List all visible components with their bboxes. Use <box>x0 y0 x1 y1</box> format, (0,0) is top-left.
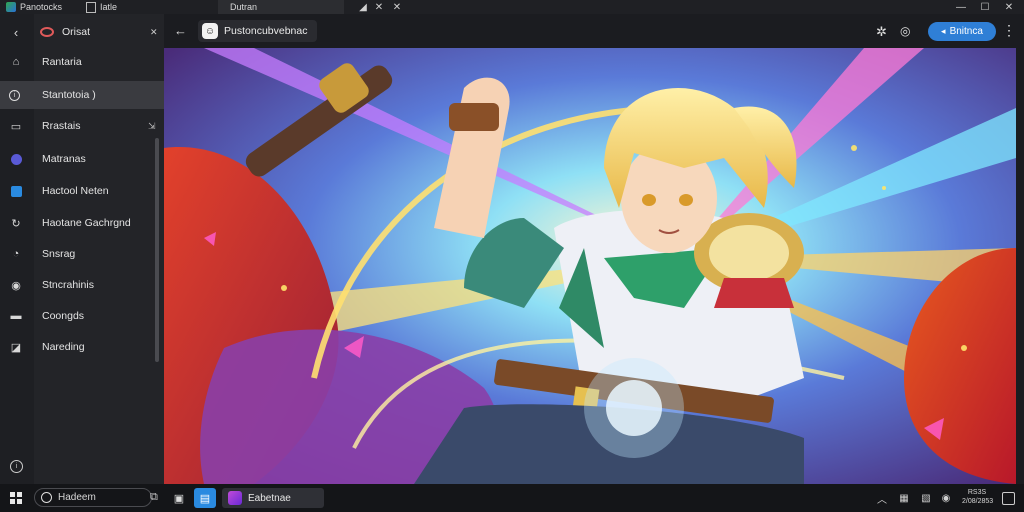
sidebar-item-label: Hactool Neten <box>42 185 109 197</box>
clock-time: RS3S <box>967 489 987 496</box>
tab-close-icon-2[interactable]: ✕ <box>386 0 408 14</box>
info-icon: i <box>9 89 20 101</box>
sidebar-item-label: Snsrag <box>42 248 76 260</box>
sidebar-item-label: Nareding <box>42 341 85 353</box>
main-header: ← ☺ Pustoncubvebnac ✲ ◎ ◂ Bnitnca ⋮ <box>164 14 1024 48</box>
refresh-icon: ↻ <box>11 217 21 230</box>
app-label: Eabetnae <box>248 492 291 504</box>
close-icon[interactable]: ✕ <box>150 27 158 38</box>
shield-icon: ◉ <box>11 279 21 292</box>
artwork-illustration <box>164 48 1016 484</box>
clock[interactable]: RS3S 2/08/2853 <box>962 488 994 506</box>
sidebar-item-rrastais[interactable]: ▭ Rrastais ⇲ <box>0 112 164 140</box>
page-icon <box>86 1 96 13</box>
page-badge-icon: ☺ <box>202 23 218 39</box>
sidebar-item-hactool[interactable]: Hactool Neten <box>0 177 164 205</box>
maximize-button[interactable]: ☐ <box>974 0 996 14</box>
network-icon[interactable]: ▦ <box>896 490 912 506</box>
tab-dutran[interactable]: Dutran <box>218 0 344 14</box>
start-windows-icon[interactable] <box>10 492 22 504</box>
close-button[interactable]: ✕ <box>998 0 1020 14</box>
store-icon: ▤ <box>199 492 211 505</box>
title-bar: Panotocks Iatle Dutran ◢ ✕ ✕ — ☐ ✕ <box>0 0 1024 14</box>
sidebar-header-label: Orisat <box>62 26 91 38</box>
explorer-icon: ▣ <box>173 492 185 505</box>
more-options-icon[interactable]: ⋮ <box>1002 22 1016 39</box>
page-title: ☺ Pustoncubvebnac <box>198 20 318 42</box>
notifications-icon[interactable] <box>1002 492 1015 505</box>
circle-dot-icon <box>9 152 23 166</box>
sidebar-item-rantaria[interactable]: ⌂ Rantaria <box>0 48 164 76</box>
back-arrow-icon[interactable]: ← <box>174 23 187 38</box>
sidebar-item-nareding[interactable]: ◪ Nareding <box>0 333 164 361</box>
taskbar-search[interactable]: Hadeem <box>34 488 152 507</box>
sidebar-item-label: Stncrahinis <box>42 279 94 291</box>
tab-label: Panotocks <box>20 2 63 12</box>
app-logo-icon <box>6 2 16 12</box>
sidebar-item-label: Haotane Gachrgnd <box>42 217 131 229</box>
task-view-icon[interactable]: ⧉ <box>150 491 158 504</box>
square-icon: ▬ <box>10 310 22 322</box>
sidebar-item-label: Matranas <box>42 153 86 165</box>
taskbar-app-store[interactable]: ▤ <box>194 488 216 508</box>
folder-icon: ▭ <box>10 120 22 133</box>
tab-label: Iatle <box>100 2 118 12</box>
sidebar-item-label: Coongds <box>42 310 85 322</box>
sidebar-header: ‹ Orisat ✕ <box>0 18 164 46</box>
sidebar-item-matranas[interactable]: Matranas <box>0 145 164 173</box>
taskbar-app-eabetnae[interactable]: Eabetnae <box>222 488 324 508</box>
sidebar-item-label: Rantaria <box>42 56 82 68</box>
header-logo-icon <box>40 27 54 37</box>
primary-action-label: Bnitnca <box>949 26 983 37</box>
sidebar-item-stantotoia[interactable]: i Stantotoia ) <box>0 81 164 109</box>
sidebar-item-stncrahinis[interactable]: ◉ Stncrahinis <box>0 271 164 299</box>
tag-icon: ◔ <box>12 248 20 260</box>
image-icon[interactable]: ▧ <box>918 490 934 506</box>
chevron-up-icon[interactable]: ︿ <box>874 490 890 506</box>
tab-iatle[interactable]: Iatle <box>86 0 117 14</box>
app-icon <box>228 491 242 505</box>
account-icon[interactable]: ◎ <box>900 24 910 38</box>
search-label: Hadeem <box>58 492 96 503</box>
tab-label: Dutran <box>230 2 258 12</box>
action-icon: ◂ <box>941 26 946 36</box>
anime-artwork-image <box>164 48 1016 484</box>
taskbar-app-explorer[interactable]: ▣ <box>170 488 188 508</box>
page-title-text: Pustoncubvebnac <box>224 25 308 37</box>
sidebar-item-label: Rrastais <box>42 120 81 132</box>
back-arrow-icon[interactable]: ‹ <box>9 25 23 40</box>
sidebar-item-haotane[interactable]: ↻ Haotane Gachrgnd <box>0 209 164 237</box>
sidebar-scrollbar[interactable] <box>155 138 159 362</box>
sidebar-item-snsrag[interactable]: ◔ Snsrag <box>0 240 164 268</box>
sidebar: ‹ Orisat ✕ ⌂ Rantaria i Stantotoia ) ▭ R… <box>0 14 164 484</box>
help-icon[interactable]: i <box>10 460 23 473</box>
home-icon: ⌂ <box>12 56 20 68</box>
settings-gear-icon[interactable]: ✲ <box>876 24 887 40</box>
window-icon <box>9 184 23 198</box>
minimize-button[interactable]: — <box>950 0 972 14</box>
eye-icon[interactable]: ◉ <box>938 490 954 506</box>
sidebar-item-label: Stantotoia ) <box>42 89 96 101</box>
clock-date: 2/08/2853 <box>962 498 994 505</box>
bookmark-icon: ◪ <box>10 341 22 354</box>
expand-icon[interactable]: ⇲ <box>148 121 156 132</box>
tab-panotocks[interactable]: Panotocks <box>6 0 62 14</box>
search-icon <box>41 492 52 503</box>
sidebar-item-coongds[interactable]: ▬ Coongds <box>0 302 164 330</box>
taskbar: Hadeem ⧉ ▣ ▤ Eabetnae ︿ ▦ ▧ ◉ RS3S 2/08/… <box>0 484 1024 512</box>
primary-action-button[interactable]: ◂ Bnitnca <box>928 22 996 41</box>
